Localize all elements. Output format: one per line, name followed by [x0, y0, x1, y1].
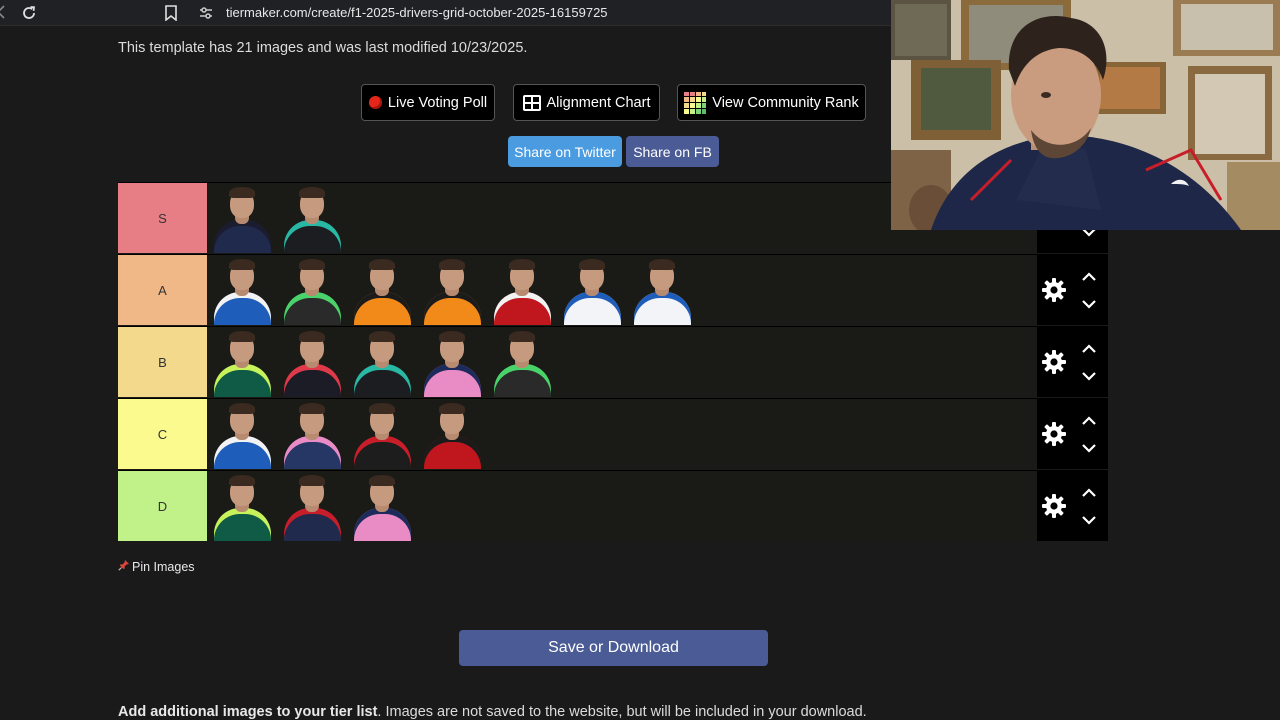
back-icon[interactable]: [0, 5, 10, 21]
driver-card-mclaren[interactable]: [348, 256, 417, 325]
move-up-chevron-icon[interactable]: [1081, 414, 1097, 426]
webcam-overlay: [891, 0, 1280, 230]
webcam-video-frame: [891, 0, 1280, 230]
tier-controls: [1037, 255, 1108, 325]
tier-label-c[interactable]: C: [118, 399, 207, 469]
add-images-text: Add additional images to your tier list.…: [118, 704, 867, 720]
live-voting-poll-button[interactable]: Live Voting Poll: [361, 84, 495, 121]
driver-card-alpine[interactable]: [278, 400, 347, 469]
tier-row-c: C: [118, 398, 1108, 469]
driver-card-williams[interactable]: [628, 256, 697, 325]
tier-items: [208, 472, 418, 541]
grid-icon: [522, 94, 541, 111]
pin-images-toggle[interactable]: Pin Images: [118, 559, 195, 574]
add-images-link[interactable]: Add additional images to your tier list: [118, 704, 377, 720]
driver-card-racing-bulls[interactable]: [278, 328, 347, 397]
move-up-chevron-icon[interactable]: [1081, 486, 1097, 498]
bookmark-icon[interactable]: [164, 5, 178, 22]
driver-card-mclaren[interactable]: [418, 256, 487, 325]
driver-card-mercedes[interactable]: [348, 328, 417, 397]
driver-card-red-bull[interactable]: [278, 472, 347, 541]
tier-items: [208, 184, 348, 253]
tier-label-b[interactable]: B: [118, 327, 207, 397]
tier-label-d[interactable]: D: [118, 471, 207, 541]
driver-card-williams[interactable]: [208, 256, 277, 325]
driver-card-sauber[interactable]: [278, 256, 347, 325]
template-info-text: This template has 21 images and was last…: [118, 40, 528, 56]
share-on-fb-button[interactable]: Share on FB: [626, 136, 719, 167]
live-voting-poll-label: Live Voting Poll: [387, 94, 488, 111]
save-or-download-button[interactable]: Save or Download: [459, 630, 768, 666]
gear-icon[interactable]: [1041, 493, 1067, 519]
share-on-twitter-button[interactable]: Share on Twitter: [508, 136, 622, 167]
alignment-chart-label: Alignment Chart: [546, 94, 651, 111]
tier-row-d: D: [118, 470, 1108, 541]
driver-card-alpine[interactable]: [418, 328, 487, 397]
driver-card-sauber[interactable]: [488, 328, 557, 397]
tier-controls: [1037, 399, 1108, 469]
driver-card-red-bull[interactable]: [208, 184, 277, 253]
driver-card-aston-martin[interactable]: [208, 328, 277, 397]
move-down-chevron-icon[interactable]: [1081, 513, 1097, 525]
address-bar-url[interactable]: tiermaker.com/create/f1-2025-drivers-gri…: [226, 5, 608, 20]
driver-card-williams[interactable]: [208, 400, 277, 469]
tier-label-a[interactable]: A: [118, 255, 207, 325]
site-settings-icon[interactable]: [199, 6, 213, 20]
tier-mosaic-icon: [684, 91, 707, 114]
view-community-rank-label: View Community Rank: [712, 94, 859, 111]
tier-label-s[interactable]: S: [118, 183, 207, 253]
move-up-chevron-icon[interactable]: [1081, 342, 1097, 354]
move-down-chevron-icon[interactable]: [1081, 441, 1097, 453]
pin-images-label: Pin Images: [132, 559, 195, 574]
pushpin-icon: [118, 559, 130, 574]
gear-icon[interactable]: [1041, 421, 1067, 447]
tier-list: SABCD: [118, 182, 1108, 541]
move-down-chevron-icon[interactable]: [1081, 297, 1097, 309]
tier-controls: [1037, 327, 1108, 397]
driver-card-aston-martin[interactable]: [208, 472, 277, 541]
move-up-chevron-icon[interactable]: [1081, 270, 1097, 282]
driver-card-mercedes[interactable]: [278, 184, 347, 253]
driver-card-williams[interactable]: [558, 256, 627, 325]
tier-items: [208, 256, 698, 325]
add-images-note: . Images are not saved to the website, b…: [377, 704, 867, 720]
tier-items: [208, 328, 558, 397]
red-circle-icon: [368, 96, 382, 109]
driver-card-alpine[interactable]: [348, 472, 417, 541]
tier-items: [208, 400, 488, 469]
driver-card-ferrari[interactable]: [488, 256, 557, 325]
reload-icon[interactable]: [20, 4, 38, 22]
gear-icon[interactable]: [1041, 277, 1067, 303]
driver-card-haas[interactable]: [348, 400, 417, 469]
alignment-chart-button[interactable]: Alignment Chart: [513, 84, 660, 121]
driver-card-ferrari[interactable]: [418, 400, 487, 469]
tier-row-b: B: [118, 326, 1108, 397]
gear-icon[interactable]: [1041, 349, 1067, 375]
view-community-rank-button[interactable]: View Community Rank: [677, 84, 866, 121]
move-down-chevron-icon[interactable]: [1081, 369, 1097, 381]
tier-row-a: A: [118, 254, 1108, 325]
tier-controls: [1037, 471, 1108, 541]
